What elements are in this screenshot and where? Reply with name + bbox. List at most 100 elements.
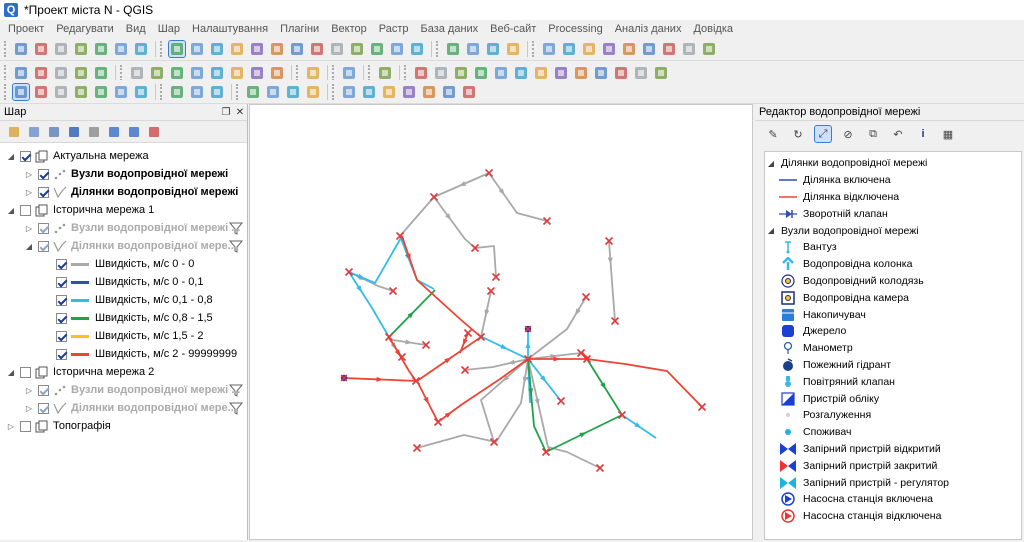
toolbar-button-icon[interactable] <box>289 41 305 57</box>
toolbar-button-icon[interactable] <box>113 84 129 100</box>
toolbar-button-icon[interactable] <box>249 41 265 57</box>
toolbar-button-icon[interactable] <box>133 41 149 57</box>
toolbar-button-icon[interactable] <box>421 84 437 100</box>
toolbar-button-icon[interactable] <box>573 65 589 81</box>
toolbar-handle[interactable] <box>404 64 408 81</box>
toolbar-button-icon[interactable] <box>73 84 89 100</box>
filter-icon[interactable] <box>66 124 82 140</box>
toolbar-handle[interactable] <box>4 83 8 100</box>
editor-legend-item[interactable]: Насосна станція відключена <box>765 508 1021 525</box>
toolbar-button-icon[interactable] <box>53 65 69 81</box>
editor-legend-item[interactable]: Манометр <box>765 340 1021 357</box>
toolbar-button-icon[interactable] <box>441 84 457 100</box>
legend-checkbox[interactable] <box>56 348 67 360</box>
toolbar-button-icon[interactable] <box>168 39 186 58</box>
editor-legend-item[interactable]: Пожежний гідрант <box>765 357 1021 374</box>
toolbar-button-icon[interactable] <box>189 41 205 57</box>
legend-checkbox[interactable] <box>56 294 67 306</box>
collapse-arrow-icon[interactable]: ◢ <box>24 242 34 251</box>
add-group-icon[interactable] <box>6 124 22 140</box>
layer-row[interactable]: ▷ Ділянки водопровідної мере... <box>0 399 247 417</box>
toolbar-button-icon[interactable] <box>189 65 205 81</box>
toolbar-button-icon[interactable] <box>329 41 345 57</box>
toolbar-button-icon[interactable] <box>249 65 265 81</box>
close-panel-icon[interactable]: ✕ <box>233 107 247 118</box>
editor-legend-item[interactable]: Насосна станція включена <box>765 491 1021 508</box>
toolbar-button-icon[interactable] <box>613 65 629 81</box>
editor-legend-item[interactable]: Пристрій обліку <box>765 390 1021 407</box>
toolbar-button-icon[interactable] <box>169 84 185 100</box>
toolbar-button-icon[interactable] <box>269 41 285 57</box>
layer-row[interactable]: Швидкість, м/с 0,1 - 0,8 <box>0 291 247 309</box>
toolbar-button-icon[interactable] <box>453 65 469 81</box>
editor-legend-item[interactable]: Вантуз <box>765 239 1021 256</box>
legend-checkbox[interactable] <box>56 330 67 342</box>
expand-arrow-icon[interactable]: ▷ <box>24 404 34 413</box>
toolbar-button-icon[interactable] <box>12 82 30 101</box>
toolbar-button-icon[interactable] <box>73 41 89 57</box>
menu-item-8[interactable]: База даних <box>414 23 484 35</box>
toolbar-handle[interactable] <box>332 64 336 81</box>
toolbar-button-icon[interactable] <box>33 65 49 81</box>
toolbar-handle[interactable] <box>160 83 164 100</box>
toolbar-handle[interactable] <box>296 64 300 81</box>
editor-legend-item[interactable]: Ділянка відключена <box>765 189 1021 206</box>
toolbar-button-icon[interactable] <box>189 84 205 100</box>
toolbar-button-icon[interactable] <box>341 65 357 81</box>
toolbar-button-icon[interactable] <box>341 84 357 100</box>
toolbar-handle[interactable] <box>236 83 240 100</box>
editor-legend-item[interactable]: Зворотній клапан <box>765 205 1021 222</box>
toolbar-button-icon[interactable] <box>561 41 577 57</box>
toolbar-button-icon[interactable] <box>33 84 49 100</box>
toolbar-button-icon[interactable] <box>229 41 245 57</box>
pipe-segment-gray[interactable] <box>608 240 616 322</box>
layer-row[interactable]: Швидкість, м/с 0,8 - 1,5 <box>0 309 247 327</box>
collapse-arrow-icon[interactable]: ◢ <box>6 152 16 161</box>
move-node-icon[interactable]: ⤢ <box>814 125 832 143</box>
editor-legend-item[interactable]: Накопичувач <box>765 306 1021 323</box>
table-icon[interactable]: ▦ <box>940 126 956 142</box>
cancel-icon[interactable]: ⊘ <box>840 126 856 142</box>
expand-arrow-icon[interactable]: ▷ <box>24 170 34 179</box>
toolbar-handle[interactable] <box>120 64 124 81</box>
toolbar-button-icon[interactable] <box>541 41 557 57</box>
layer-row[interactable]: Швидкість, м/с 2 - 99999999 <box>0 345 247 363</box>
filter-icon[interactable] <box>228 221 244 235</box>
menu-item-9[interactable]: Веб-сайт <box>484 23 542 35</box>
layer-row[interactable]: ▷ Ділянки водопровідної мережі <box>0 183 247 201</box>
pipe-segment-red[interactable] <box>528 358 703 408</box>
editor-section-header[interactable]: ◢ Вузли водопровідної мережі <box>765 222 1021 239</box>
remove-layer-icon[interactable] <box>146 124 162 140</box>
editor-legend-item[interactable]: Ділянка включена <box>765 172 1021 189</box>
toolbar-button-icon[interactable] <box>369 41 385 57</box>
toolbar-button-icon[interactable] <box>389 41 405 57</box>
toolbar-button-icon[interactable] <box>149 65 165 81</box>
collapse-arrow-icon[interactable]: ◢ <box>765 226 777 235</box>
pipe-segment-gray[interactable] <box>399 172 490 237</box>
editor-legend-item[interactable]: Запірний пристрій відкритий <box>765 441 1021 458</box>
toolbar-handle[interactable] <box>436 40 440 57</box>
toolbar-button-icon[interactable] <box>113 41 129 57</box>
toolbar-button-icon[interactable] <box>701 41 717 57</box>
expand-arrow-icon[interactable]: ▷ <box>24 224 34 233</box>
editor-legend-item[interactable]: Споживач <box>765 424 1021 441</box>
toolbar-button-icon[interactable] <box>309 41 325 57</box>
toolbar-button-icon[interactable] <box>265 84 281 100</box>
toolbar-handle[interactable] <box>532 40 536 57</box>
toolbar-button-icon[interactable] <box>681 41 697 57</box>
legend-checkbox[interactable] <box>56 276 67 288</box>
toolbar-button-icon[interactable] <box>661 41 677 57</box>
menu-item-10[interactable]: Processing <box>542 23 608 35</box>
editor-legend-item[interactable]: Водопровідна камера <box>765 289 1021 306</box>
collapse-arrow-icon[interactable]: ◢ <box>6 206 16 215</box>
menu-item-4[interactable]: Налаштування <box>186 23 274 35</box>
editor-legend-item[interactable]: Запірний пристрій - регулятор <box>765 474 1021 491</box>
toolbar-button-icon[interactable] <box>53 41 69 57</box>
layer-checkbox[interactable] <box>38 240 49 252</box>
toolbar-button-icon[interactable] <box>305 65 321 81</box>
info-icon[interactable]: i <box>915 126 931 142</box>
filter-icon[interactable] <box>228 383 244 397</box>
toolbar-button-icon[interactable] <box>33 41 49 57</box>
manage-layers-icon[interactable] <box>26 124 42 140</box>
pipe-segment-red[interactable] <box>401 235 482 338</box>
